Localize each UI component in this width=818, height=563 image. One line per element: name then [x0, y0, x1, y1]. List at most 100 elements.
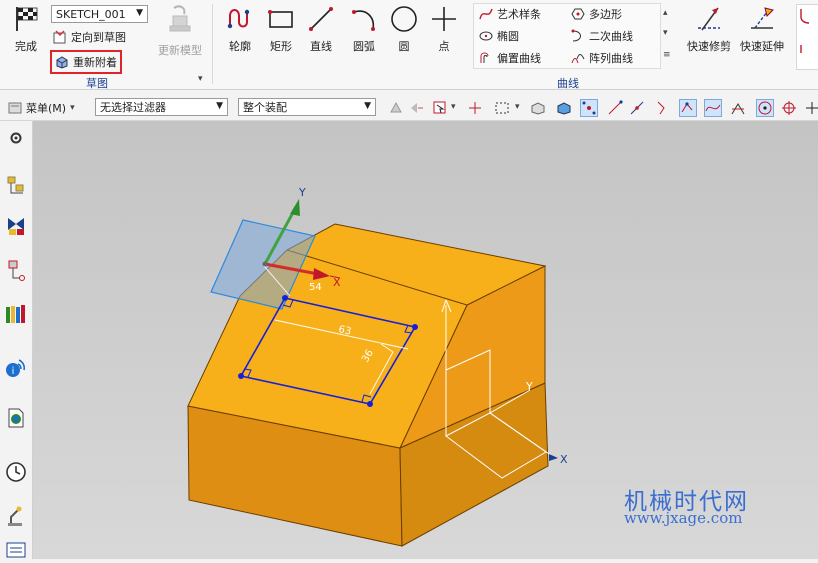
- polygon-button[interactable]: 多边形: [571, 6, 622, 22]
- point-label: 点: [438, 40, 450, 53]
- circle-button[interactable]: 圆: [386, 4, 422, 54]
- finish-button[interactable]: 完成: [8, 4, 44, 54]
- circle-icon: [386, 4, 422, 34]
- sketch-name-value: SKETCH_001: [56, 7, 126, 21]
- snap-settings-icon[interactable]: [387, 99, 405, 117]
- body-filter-icon[interactable]: [529, 99, 547, 117]
- curve-group-label: 曲线: [557, 77, 579, 90]
- gear-icon[interactable]: [4, 125, 28, 151]
- part-navigator-icon[interactable]: [4, 257, 28, 283]
- pattern-curve-icon: [571, 54, 585, 64]
- snap-curve-icon[interactable]: [653, 99, 671, 117]
- snap-endpoint-icon[interactable]: [580, 99, 598, 117]
- sketch-group-label: 草图: [86, 77, 108, 90]
- sketch-x-label: X: [333, 276, 341, 289]
- watermark-url: www.jxage.com: [624, 509, 743, 527]
- rectangle-button[interactable]: 矩形: [263, 4, 299, 54]
- quick-extend-label: 快速延伸: [740, 40, 784, 53]
- offset-curve-label: 偏置曲线: [497, 52, 541, 65]
- point-icon: [426, 4, 462, 34]
- snap-quadrant-icon[interactable]: [780, 99, 798, 117]
- update-model-icon: [156, 4, 204, 34]
- fillet-button[interactable]: [796, 4, 818, 70]
- update-model-button[interactable]: 更新模型: [156, 4, 204, 58]
- web-browser-icon[interactable]: [4, 405, 28, 431]
- select-mode-icon[interactable]: [431, 99, 449, 117]
- studio-spline-label: 艺术样条: [497, 8, 541, 21]
- roles-icon[interactable]: [4, 537, 28, 563]
- snap-point-icon[interactable]: [466, 99, 484, 117]
- sketch-group-expand-icon[interactable]: ▾: [198, 74, 203, 84]
- snap-existing-point-icon[interactable]: [803, 99, 818, 117]
- conic-button[interactable]: 二次曲线: [571, 28, 633, 44]
- quick-trim-icon: [686, 4, 732, 34]
- reattach-cube-icon: [56, 56, 68, 69]
- line-label: 直线: [310, 40, 332, 53]
- assembly-navigator-icon[interactable]: [4, 173, 28, 199]
- sketch-name-select[interactable]: SKETCH_001 ▼: [51, 5, 148, 23]
- profile-button[interactable]: 轮廓: [222, 4, 258, 54]
- chevron-down-icon: ▼: [136, 8, 143, 18]
- dimension-offset-value: 54: [309, 282, 322, 293]
- profile-icon: [222, 4, 258, 34]
- datum-y-label: Y: [525, 380, 533, 393]
- reattach-button[interactable]: 重新附着: [50, 50, 122, 74]
- studio-spline-button[interactable]: 艺术样条: [479, 6, 541, 22]
- gallery-scroll-up-icon[interactable]: ▴: [663, 8, 668, 18]
- pattern-curve-button[interactable]: 阵列曲线: [571, 50, 633, 66]
- chevron-down-icon: ▼: [216, 101, 223, 111]
- rectangle-icon: [263, 4, 299, 34]
- info-broadcast-icon[interactable]: i: [4, 355, 28, 381]
- process-studio-icon[interactable]: [4, 503, 28, 529]
- reuse-library-icon[interactable]: [4, 301, 28, 327]
- assembly-scope-select[interactable]: 整个装配 ▼: [238, 98, 376, 116]
- arc-button[interactable]: 圆弧: [346, 4, 382, 54]
- line-button[interactable]: 直线: [303, 4, 339, 54]
- reattach-label: 重新附着: [73, 56, 117, 69]
- snap-midpoint-icon[interactable]: [628, 99, 646, 117]
- snap-line-icon[interactable]: [606, 99, 624, 117]
- polygon-label: 多边形: [589, 8, 622, 21]
- quick-extend-icon: [739, 4, 785, 34]
- snap-center-icon[interactable]: [756, 99, 774, 117]
- orient-to-sketch-button[interactable]: 定向到草图: [53, 29, 126, 45]
- ribbon: 完成 SKETCH_001 ▼ 定向到草图 重新附着 更新模型 草图 ▾ 轮廓: [0, 0, 818, 90]
- snap-intersection-icon[interactable]: [729, 99, 747, 117]
- ellipse-button[interactable]: 椭圆: [479, 28, 519, 44]
- solid-body-icon[interactable]: [555, 99, 573, 117]
- polygon-icon: [571, 8, 585, 20]
- quick-extend-button[interactable]: 快速延伸: [739, 4, 785, 54]
- constraint-navigator-icon[interactable]: [4, 213, 28, 239]
- finish-label: 完成: [15, 40, 37, 53]
- quick-trim-button[interactable]: 快速修剪: [686, 4, 732, 54]
- menu-grip-icon: [6, 99, 24, 117]
- snap-spline-icon[interactable]: [704, 99, 722, 117]
- group-divider: [212, 4, 213, 84]
- selection-toolbar: 菜单(M) ▾ 无选择过滤器 ▼ 整个装配 ▼ ▾ ▾: [0, 95, 818, 121]
- ellipse-label: 椭圆: [497, 30, 519, 43]
- rectangle-select-chevron-icon[interactable]: ▾: [515, 102, 520, 112]
- spline-icon: [479, 8, 493, 20]
- selection-filter-select[interactable]: 无选择过滤器 ▼: [95, 98, 228, 116]
- resource-bar: i: [0, 121, 33, 559]
- orient-to-sketch-label: 定向到草图: [71, 31, 126, 44]
- offset-curve-icon: [480, 52, 489, 63]
- gallery-more-icon[interactable]: ≡: [663, 50, 671, 60]
- arc-label: 圆弧: [353, 40, 375, 53]
- select-mode-chevron-icon[interactable]: ▾: [451, 102, 456, 112]
- arc-icon: [346, 4, 382, 34]
- snap-control-point-icon[interactable]: [679, 99, 697, 117]
- deselect-icon[interactable]: [408, 99, 426, 117]
- menu-button[interactable]: 菜单(M) ▾: [26, 100, 75, 116]
- rectangle-select-icon[interactable]: [493, 99, 511, 117]
- point-button[interactable]: 点: [426, 4, 462, 54]
- chevron-down-icon: ▾: [70, 103, 75, 113]
- circle-label: 圆: [398, 40, 410, 53]
- offset-curve-button[interactable]: 偏置曲线: [479, 50, 541, 66]
- datum-x-label: X: [560, 453, 568, 466]
- conic-label: 二次曲线: [589, 30, 633, 43]
- selection-filter-value: 无选择过滤器: [100, 101, 166, 114]
- history-clock-icon[interactable]: [4, 459, 28, 485]
- gallery-scroll-down-icon[interactable]: ▾: [663, 28, 668, 38]
- ellipse-icon: [479, 31, 493, 41]
